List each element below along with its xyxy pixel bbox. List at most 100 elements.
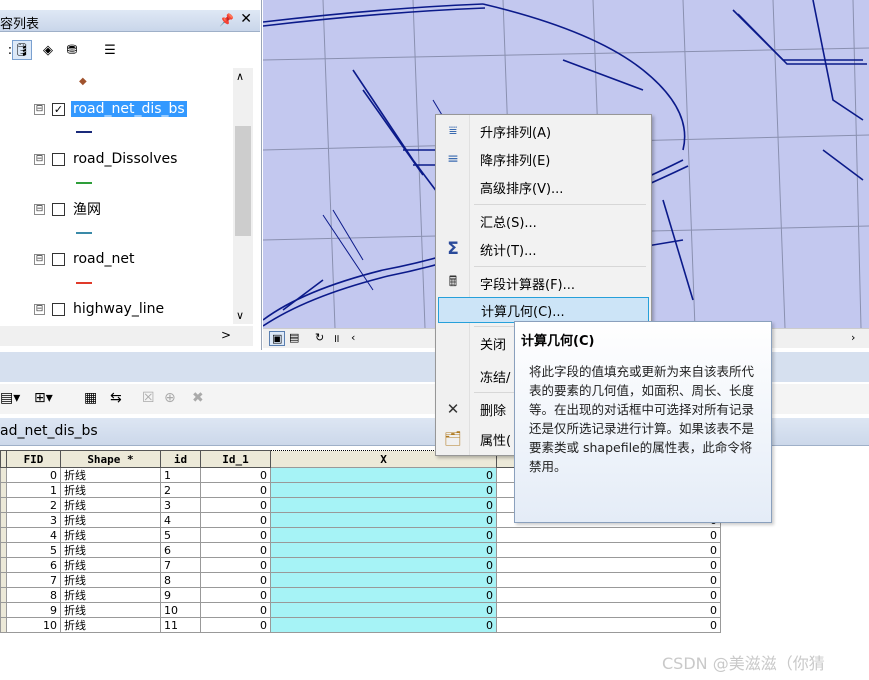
column-header-id[interactable]: id [160, 450, 201, 468]
collapse-icon[interactable]: ⊟ [34, 153, 45, 165]
layer-name[interactable]: road_net [71, 251, 136, 267]
scroll-right-icon[interactable]: > [221, 328, 231, 342]
cell-id-1[interactable]: 0 [200, 587, 271, 603]
cell-id[interactable]: 10 [160, 602, 201, 618]
cell-id[interactable]: 4 [160, 512, 201, 528]
menu-item-sort-descending[interactable]: ≡ 降序排列(E) [438, 146, 649, 172]
cell-fid[interactable]: 10 [6, 617, 61, 633]
table-row[interactable]: 10 折线 11 0 0 0 [0, 617, 721, 633]
menu-item-calculate-geometry[interactable]: 计算几何(C)... [438, 297, 649, 323]
cell-shape[interactable]: 折线 [60, 482, 161, 498]
layer-visibility-checkbox[interactable] [52, 152, 65, 166]
cell-next[interactable]: 0 [496, 557, 721, 573]
layer-visibility-checkbox[interactable] [52, 202, 65, 216]
cell-shape[interactable]: 折线 [60, 587, 161, 603]
cell-x[interactable]: 0 [270, 527, 497, 543]
cell-x[interactable]: 0 [270, 482, 497, 498]
cell-id-1[interactable]: 0 [200, 617, 271, 633]
collapse-icon[interactable]: ⊟ [34, 253, 45, 265]
pause-icon[interactable]: ॥ [333, 331, 340, 346]
cell-id-1[interactable]: 0 [200, 572, 271, 588]
cell-id[interactable]: 9 [160, 587, 201, 603]
cell-id[interactable]: 2 [160, 482, 201, 498]
cell-x[interactable]: 0 [270, 587, 497, 603]
cell-fid[interactable]: 0 [6, 467, 61, 483]
cell-id[interactable]: 5 [160, 527, 201, 543]
menu-item-field-calculator[interactable]: 🖩 字段计算器(F)... [438, 270, 649, 296]
layer-visibility-checkbox[interactable]: ✓ [52, 102, 65, 116]
cell-fid[interactable]: 2 [6, 497, 61, 513]
cell-id-1[interactable]: 0 [200, 557, 271, 573]
switch-selection-icon[interactable]: ⇆ [110, 390, 122, 406]
cell-id-1[interactable]: 0 [200, 497, 271, 513]
menu-item-sort-ascending[interactable]: ⩸ 升序排列(A) [438, 118, 649, 144]
scroll-left-icon[interactable]: ‹ [351, 331, 355, 344]
pin-icon[interactable]: 📌 [219, 13, 234, 27]
layer-item-road-net-dis-bs[interactable]: ⊟ ✓ road_net_dis_bs [34, 99, 187, 119]
table-row[interactable]: 6 折线 7 0 0 0 [0, 557, 721, 573]
collapse-icon[interactable]: ⊟ [34, 103, 45, 115]
cell-id[interactable]: 1 [160, 467, 201, 483]
layer-name[interactable]: 渔网 [71, 199, 103, 219]
table-row[interactable]: 9 折线 10 0 0 0 [0, 602, 721, 618]
layer-visibility-checkbox[interactable] [52, 302, 65, 316]
cell-id[interactable]: 7 [160, 557, 201, 573]
options-icon[interactable]: ☰ [100, 40, 120, 60]
cell-shape[interactable]: 折线 [60, 467, 161, 483]
data-view-icon[interactable]: ▣ [269, 331, 286, 346]
cell-id-1[interactable]: 0 [200, 482, 271, 498]
toc-vertical-scrollbar[interactable]: ∧ ∨ [233, 68, 253, 324]
delete-selected-icon[interactable]: ✖ [192, 390, 204, 406]
toc-horizontal-scrollbar[interactable]: > [0, 326, 253, 346]
layer-name[interactable]: highway_line [71, 301, 166, 317]
cell-fid[interactable]: 8 [6, 587, 61, 603]
cell-fid[interactable]: 3 [6, 512, 61, 528]
scroll-thumb[interactable] [235, 126, 251, 236]
clear-selection-icon[interactable]: ☒ [142, 390, 155, 406]
menu-item-summarize[interactable]: 汇总(S)... [438, 208, 649, 234]
column-header-id-1[interactable]: Id_1 [200, 450, 271, 468]
layer-visibility-checkbox[interactable] [52, 252, 65, 266]
table-row[interactable]: 7 折线 8 0 0 0 [0, 572, 721, 588]
zoom-to-selected-icon[interactable]: ⊕ [164, 390, 176, 406]
refresh-icon[interactable]: ↻ [315, 331, 324, 344]
related-tables-icon[interactable]: ⊞▾ [34, 390, 53, 406]
cell-x[interactable]: 0 [270, 467, 497, 483]
layout-view-icon[interactable]: ▤ [289, 331, 299, 344]
cell-fid[interactable]: 9 [6, 602, 61, 618]
scroll-down-icon[interactable]: ∨ [236, 309, 244, 322]
cell-x[interactable]: 0 [270, 497, 497, 513]
cell-id-1[interactable]: 0 [200, 602, 271, 618]
cell-id-1[interactable]: 0 [200, 467, 271, 483]
layer-item-fishnet[interactable]: ⊟ 渔网 [34, 199, 103, 219]
cell-shape[interactable]: 折线 [60, 527, 161, 543]
layer-name[interactable]: road_Dissolves [71, 151, 179, 167]
cell-fid[interactable]: 5 [6, 542, 61, 558]
cell-x[interactable]: 0 [270, 572, 497, 588]
cell-next[interactable]: 0 [496, 617, 721, 633]
cell-shape[interactable]: 折线 [60, 617, 161, 633]
menu-item-advanced-sort[interactable]: 高级排序(V)... [438, 174, 649, 200]
table-row[interactable]: 8 折线 9 0 0 0 [0, 587, 721, 603]
list-by-source-icon[interactable]: 🛢 [12, 40, 32, 60]
cell-id-1[interactable]: 0 [200, 527, 271, 543]
cell-id[interactable]: 6 [160, 542, 201, 558]
cell-fid[interactable]: 1 [6, 482, 61, 498]
scroll-right-icon[interactable]: › [851, 331, 855, 344]
cell-shape[interactable]: 折线 [60, 497, 161, 513]
cell-id[interactable]: 8 [160, 572, 201, 588]
cell-fid[interactable]: 6 [6, 557, 61, 573]
menu-item-statistics[interactable]: Σ 统计(T)... [438, 236, 649, 262]
close-icon[interactable]: ✕ [240, 11, 252, 27]
cell-next[interactable]: 0 [496, 527, 721, 543]
cell-x[interactable]: 0 [270, 617, 497, 633]
cell-x[interactable]: 0 [270, 512, 497, 528]
list-by-selection-icon[interactable]: ⛃ [62, 40, 82, 60]
list-by-visibility-icon[interactable]: ◈ [38, 40, 58, 60]
column-header-fid[interactable]: FID [6, 450, 61, 468]
scroll-up-icon[interactable]: ∧ [236, 70, 244, 83]
cell-shape[interactable]: 折线 [60, 512, 161, 528]
cell-id-1[interactable]: 0 [200, 512, 271, 528]
cell-x[interactable]: 0 [270, 602, 497, 618]
cell-x[interactable]: 0 [270, 542, 497, 558]
